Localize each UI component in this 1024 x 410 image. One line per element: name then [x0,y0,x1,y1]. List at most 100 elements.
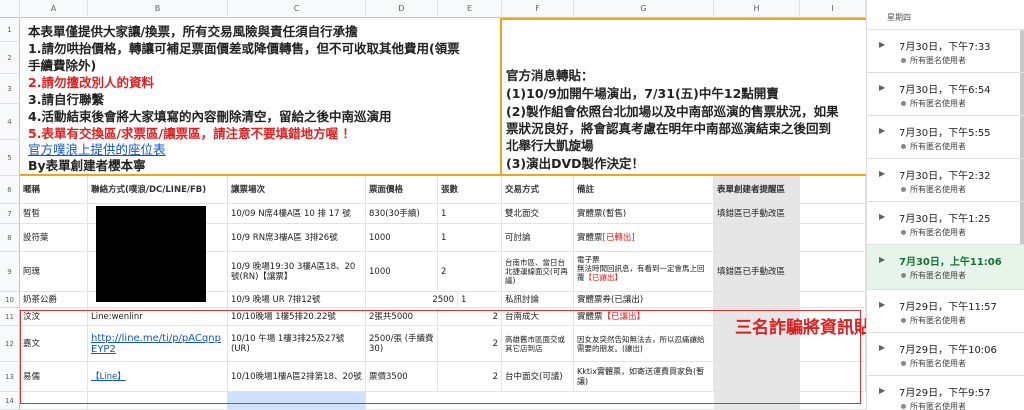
column-header-i[interactable]: I [800,0,866,18]
cell-quantity[interactable]: 2 [438,252,502,291]
header-quantity[interactable]: 張數 [438,176,502,203]
row-header[interactable]: 13 [0,362,20,392]
header-note[interactable]: 備註 [574,176,714,203]
version-entry[interactable]: ▶ 7月29日，下午11:57 所有匿名使用者 [867,290,1024,333]
cell-reminder[interactable]: 填錯區已手動改區 [714,204,800,223]
version-entry[interactable]: ▶ 7月29日，下午10:06 所有匿名使用者 [867,333,1024,376]
cell-session[interactable]: 10/9 晚場 UR 7排12號 [228,292,366,307]
official-news-cell[interactable]: 官方消息轉貼： (1)10/9加開午場演出，7/31(五)中午12點開賣 (2)… [502,18,866,176]
column-header-bar: A B C D E F G H I [0,0,866,18]
cell-session[interactable]: 10/09 N席4樓A區 10 排 17 號 [228,204,366,223]
notice-rules-cell[interactable]: 本表單僅提供大家讓/換票，所有交易風險與責任須自行承擔 1.請勿哄抬價格，轉讓可… [20,18,502,176]
version-entry[interactable]: ▶ 7月30日，下午7:33 所有匿名使用者 [867,30,1024,73]
news-line: (2)製作組會依照台北加場以及中南部巡演的售票狀況，如果 [506,104,839,119]
cell-nickname[interactable]: 設符葉 [20,224,88,251]
spreadsheet[interactable]: A B C D E F G H I 1 2 3 4 5 6 7 8 9 10 1… [0,0,866,410]
column-header-h[interactable]: H [714,0,800,18]
row-header[interactable]: 10 [0,292,20,308]
column-header-e[interactable]: E [438,0,502,18]
author-dot-icon [901,230,906,235]
header-nickname[interactable]: 暱稱 [20,176,88,203]
cell-quantity[interactable]: 1 [458,292,502,307]
expand-triangle-icon[interactable]: ▶ [879,40,885,49]
expand-triangle-icon[interactable]: ▶ [879,126,885,135]
cell-price[interactable]: 830(30手續) [366,204,438,223]
row-header[interactable]: 6 [0,176,20,204]
cell-price[interactable]: 1000 [366,252,438,291]
version-entry-selected[interactable]: ▶ 7月30日，上午11:06 所有匿名使用者 [867,245,1024,290]
row-header[interactable]: 7 [0,204,20,224]
notice-line: 本表單僅提供大家讓/換票，所有交易風險與責任須自行承擔 [28,24,358,39]
empty-cell[interactable] [800,252,866,291]
expand-triangle-icon[interactable]: ▶ [879,169,885,178]
version-author-name: 所有匿名使用者 [910,56,966,65]
version-entry[interactable]: ▶ 7月30日，下午1:25 所有匿名使用者 [867,202,1024,245]
column-header-f[interactable]: F [502,0,574,18]
header-contact[interactable]: 聯絡方式(噗浪/DC/LINE/FB) [88,176,228,203]
cell-nickname[interactable]: 奶茶公爵 [20,292,88,307]
column-header-a[interactable]: A [20,0,88,18]
empty-cell[interactable] [800,224,866,251]
header-trade[interactable]: 交易方式 [502,176,574,203]
cell-note[interactable]: 實體票 [已轉出] [574,224,714,251]
row-header[interactable]: 5 [0,140,20,176]
cell-quantity[interactable]: 1 [438,224,502,251]
row-header[interactable]: 14 [0,392,20,410]
empty-cell[interactable] [800,292,866,307]
header-creator-reminder[interactable]: 表單創建者提醒區 [714,176,800,203]
cell-trade[interactable]: 可討論 [502,224,574,251]
version-time: 7月30日，上午11:06 [899,257,1002,268]
column-header-d[interactable]: D [366,0,438,18]
expand-triangle-icon[interactable]: ▶ [879,212,885,221]
version-entry[interactable]: ▶ 7月30日，下午5:55 所有匿名使用者 [867,116,1024,159]
notice-line-red: 5.表單有交換區/求票區/讓票區，請注意不要填錯地方喔 ！ [28,126,355,141]
cell-nickname[interactable]: 阿瑰 [20,252,88,291]
version-author: 所有匿名使用者 [901,141,966,152]
cell-reminder[interactable]: 填錯區已手動改區 [714,252,800,291]
row-header[interactable]: 4 [0,104,20,140]
cell-note[interactable]: 實體票券(已讓出) [574,292,714,307]
cell-trade[interactable]: 私訊討論 [502,292,574,307]
cell-note[interactable]: 實體票(暫售) [574,204,714,223]
column-header-c[interactable]: C [228,0,366,18]
notice-line: 4.活動結束後會將大家填寫的內容刪除清空，留給之後中南巡演用 [28,109,392,124]
select-all-corner[interactable] [0,0,20,18]
expand-triangle-icon[interactable]: ▶ [879,255,885,264]
cell-reminder[interactable] [714,224,800,251]
cell-session[interactable]: 10/9 晚場19:30 3樓A區18、20號(RN)【讓票】 [228,252,366,291]
row-header[interactable]: 1 [0,18,20,42]
cell-trade[interactable]: 雙北面交 [502,204,574,223]
cell-note[interactable]: 電子票 無法時間回訊息，有看到一定會馬上回覆【已讓出】 [574,252,714,291]
row-header[interactable]: 8 [0,224,20,252]
column-header-b[interactable]: B [88,0,228,18]
expand-triangle-icon[interactable]: ▶ [879,343,885,352]
version-entry[interactable]: ▶ 7月29日，下午9:57 所有匿名使用者 [867,376,1024,410]
news-line: 官方消息轉貼： [506,68,594,83]
cell-reminder[interactable] [714,292,800,307]
version-entry[interactable]: ▶ 7月30日，下午2:32 所有匿名使用者 [867,159,1024,202]
empty-cell[interactable] [800,176,866,203]
version-author: 所有匿名使用者 [901,227,966,238]
row-header[interactable]: 2 [0,42,20,74]
row-header[interactable]: 12 [0,326,20,362]
header-session[interactable]: 讓票場次 [228,176,366,203]
cell-nickname[interactable]: 晳晳 [20,204,88,223]
column-header-g[interactable]: G [574,0,714,18]
header-price[interactable]: 票面價格 [366,176,438,203]
expand-triangle-icon[interactable]: ▶ [879,386,885,395]
cell-trade[interactable]: 台南市區、當日台北捷運線面交(可再議) [502,252,574,291]
cell-price[interactable]: 1000 [366,224,438,251]
cell-session[interactable]: 10/9 RN席3樓A區 3排26號 [228,224,366,251]
expand-triangle-icon[interactable]: ▶ [879,300,885,309]
row-header[interactable]: 9 [0,252,20,292]
empty-cell[interactable] [800,204,866,223]
cell-quantity[interactable]: 1 [438,204,502,223]
notice-line: 1.請勿哄抬價格，轉讓可補足票面價差或降價轉售，但不可收取其他費用(領票 [28,41,460,56]
row-header[interactable]: 11 [0,308,20,326]
version-entry[interactable]: ▶ 7月30日，下午6:54 所有匿名使用者 [867,73,1024,116]
version-time: 7月30日，下午1:25 [899,214,991,225]
cell-price[interactable]: 2500 [366,292,458,307]
expand-triangle-icon[interactable]: ▶ [879,83,885,92]
seat-map-link[interactable]: 官方噗浪上提供的座位表 [28,142,166,157]
row-header[interactable]: 3 [0,74,20,104]
